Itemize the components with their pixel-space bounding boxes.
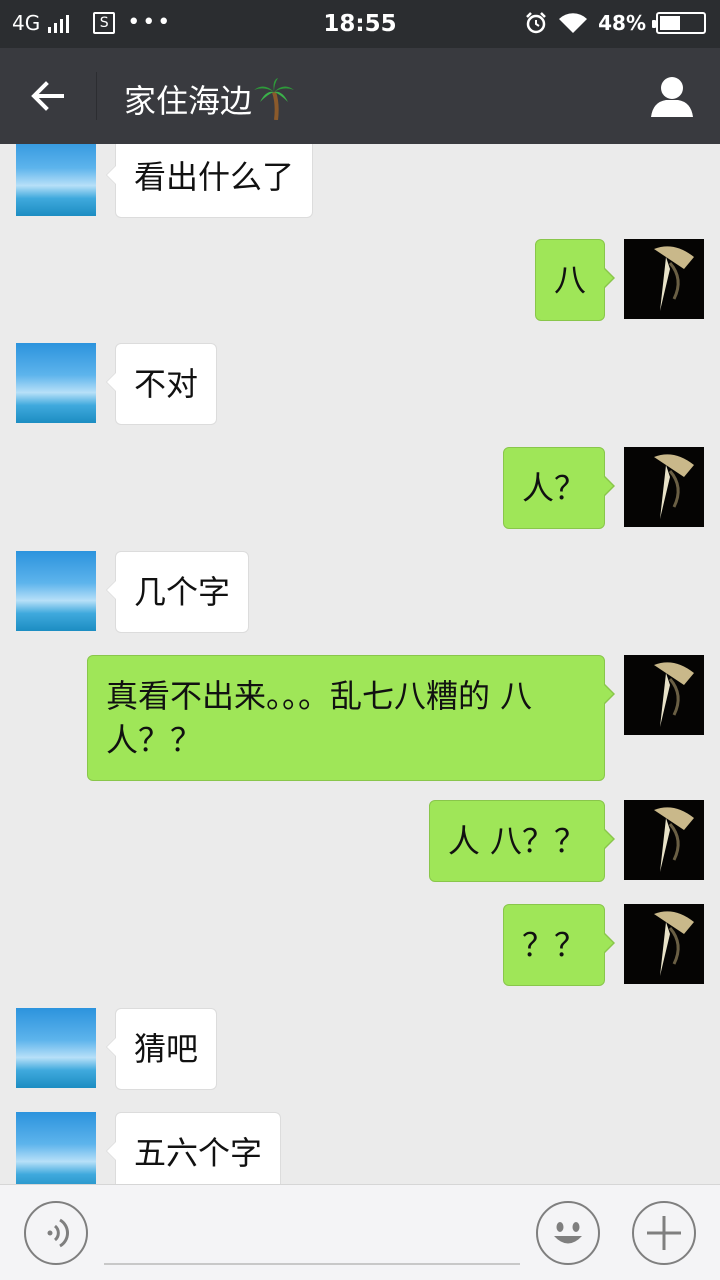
chat-header: 家住海边 xyxy=(0,48,720,144)
emoji-button[interactable] xyxy=(536,1201,600,1265)
chat-info-button[interactable] xyxy=(648,72,696,120)
contact-avatar[interactable] xyxy=(16,1112,96,1184)
message-bubble[interactable]: 真看不出来。。。乱七八糟的 八人？？ xyxy=(87,655,615,781)
battery-fill xyxy=(660,16,681,30)
contact-avatar[interactable] xyxy=(16,144,96,216)
back-arrow-icon xyxy=(31,81,64,111)
message-bubble[interactable]: 不对 xyxy=(105,343,218,425)
my-avatar[interactable] xyxy=(624,800,704,880)
my-avatar[interactable] xyxy=(624,447,704,527)
message-list[interactable]: 看出什么了 八 不对 人？ 几个字 真看不出来。。。乱七八糟的 八人？？ 人 八… xyxy=(0,144,720,1184)
chat-title: 家住海边 xyxy=(124,76,296,122)
plus-icon xyxy=(647,1216,681,1250)
back-button[interactable] xyxy=(24,72,72,120)
message-bubble[interactable]: 猜吧 xyxy=(105,1008,218,1090)
wifi-icon xyxy=(559,13,588,33)
contact-avatar[interactable] xyxy=(16,551,96,631)
message-bubble[interactable]: 看出什么了 xyxy=(105,144,314,218)
palm-tree-icon xyxy=(254,78,295,121)
message-bubble[interactable]: 五六个字 xyxy=(105,1112,282,1184)
chat-title-text: 家住海边 xyxy=(124,82,253,120)
message-bubble[interactable]: 八 xyxy=(534,239,616,321)
my-avatar[interactable] xyxy=(624,904,704,984)
contact-avatar[interactable] xyxy=(16,343,96,423)
input-bar xyxy=(0,1184,720,1280)
status-bar: 4G S ••• 18:55 48% xyxy=(0,0,720,48)
alarm-icon xyxy=(526,12,547,34)
battery-icon xyxy=(652,12,706,34)
emoji-icon xyxy=(554,1222,582,1244)
person-icon xyxy=(651,77,693,117)
message-bubble[interactable]: 人？ xyxy=(502,447,616,529)
my-avatar[interactable] xyxy=(624,239,704,319)
voice-icon xyxy=(47,1218,70,1248)
my-avatar[interactable] xyxy=(624,655,704,735)
battery-percent: 48% xyxy=(598,11,646,35)
message-bubble[interactable]: 几个字 xyxy=(105,551,250,633)
more-button[interactable] xyxy=(632,1201,696,1265)
header-divider xyxy=(96,72,97,120)
message-bubble[interactable]: 人 八？？ xyxy=(428,800,616,882)
contact-avatar[interactable] xyxy=(16,1008,96,1088)
message-bubble[interactable]: ？？ xyxy=(502,904,616,986)
message-input[interactable] xyxy=(104,1201,520,1265)
voice-button[interactable] xyxy=(24,1201,88,1265)
